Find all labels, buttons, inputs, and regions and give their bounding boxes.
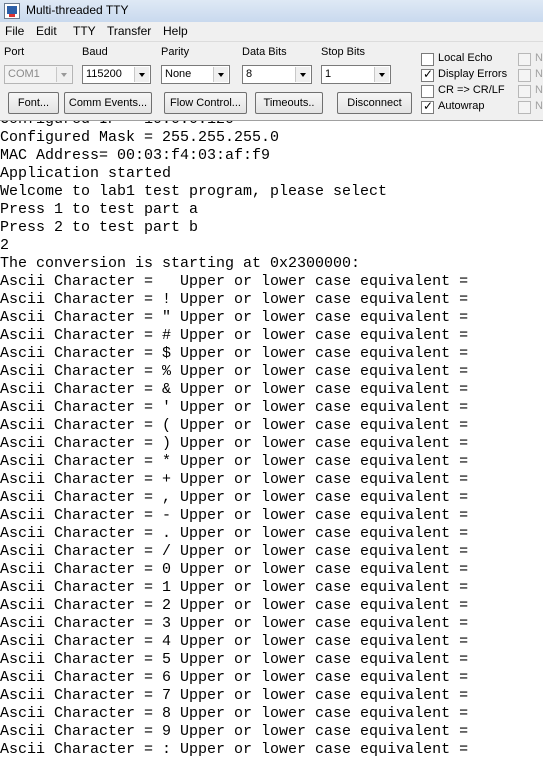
autowrap-checkbox[interactable]: ✓ bbox=[421, 99, 434, 114]
terminal-line: Ascii Character = & Upper or lower case … bbox=[0, 381, 469, 398]
chevron-down-icon[interactable] bbox=[374, 67, 389, 82]
terminal-output[interactable]: Configured IP 10.0.0.120Configured Mask … bbox=[0, 121, 543, 759]
port-select[interactable]: COM1 bbox=[4, 65, 73, 84]
menu-tty[interactable]: TTY bbox=[73, 24, 96, 38]
baud-select[interactable]: 115200 bbox=[82, 65, 151, 84]
menu-edit[interactable]: Edit bbox=[36, 24, 57, 38]
display-errors-checkbox[interactable]: ✓ bbox=[421, 67, 434, 82]
font-button[interactable]: Font... bbox=[8, 92, 59, 114]
baud-value: 115200 bbox=[86, 68, 122, 80]
terminal-line: Ascii Character = ' Upper or lower case … bbox=[0, 399, 469, 416]
extra-option-label: N bbox=[535, 84, 543, 96]
terminal-line: Press 1 to test part a bbox=[0, 201, 199, 218]
extra-option-checkbox[interactable] bbox=[518, 69, 531, 82]
menu-transfer[interactable]: Transfer bbox=[107, 24, 151, 38]
terminal-line: Ascii Character = + Upper or lower case … bbox=[0, 471, 469, 488]
terminal-line: Ascii Character = Upper or lower case eq… bbox=[0, 273, 469, 290]
port-value: COM1 bbox=[8, 68, 40, 80]
menu-file[interactable]: File bbox=[5, 24, 24, 38]
parity-label: Parity bbox=[161, 46, 190, 58]
extra-option-checkbox[interactable] bbox=[518, 85, 531, 98]
terminal-line: Ascii Character = # Upper or lower case … bbox=[0, 327, 469, 344]
terminal-line: Ascii Character = 2 Upper or lower case … bbox=[0, 597, 469, 614]
terminal-line: Ascii Character = " Upper or lower case … bbox=[0, 309, 469, 326]
chevron-down-icon[interactable] bbox=[295, 67, 310, 82]
terminal-line: Ascii Character = 1 Upper or lower case … bbox=[0, 579, 469, 596]
terminal-line: Ascii Character = - Upper or lower case … bbox=[0, 507, 469, 524]
terminal-line: The conversion is starting at 0x2300000: bbox=[0, 255, 361, 272]
extra-option-label: N bbox=[535, 68, 543, 80]
terminal-line: Ascii Character = * Upper or lower case … bbox=[0, 453, 469, 470]
terminal-line: Ascii Character = 4 Upper or lower case … bbox=[0, 633, 469, 650]
extra-option-label: N bbox=[535, 52, 543, 64]
stop-bits-select[interactable]: 1 bbox=[321, 65, 391, 84]
terminal-line: Ascii Character = ) Upper or lower case … bbox=[0, 435, 469, 452]
terminal-line: Ascii Character = ( Upper or lower case … bbox=[0, 417, 469, 434]
timeouts-button[interactable]: Timeouts.. bbox=[255, 92, 323, 114]
chevron-down-icon[interactable] bbox=[56, 67, 71, 82]
chevron-down-icon[interactable] bbox=[213, 67, 228, 82]
cr-crlf-label: CR => CR/LF bbox=[438, 84, 505, 96]
data-bits-value: 8 bbox=[246, 68, 253, 80]
local-echo-label: Local Echo bbox=[438, 52, 493, 64]
local-echo-checkbox[interactable] bbox=[421, 53, 434, 66]
terminal-line: Ascii Character = 0 Upper or lower case … bbox=[0, 561, 469, 578]
terminal-line: MAC Address= 00:03:f4:03:af:f9 bbox=[0, 147, 271, 164]
disconnect-button[interactable]: Disconnect bbox=[337, 92, 412, 114]
terminal-line: Ascii Character = 8 Upper or lower case … bbox=[0, 705, 469, 722]
terminal-line: Ascii Character = 9 Upper or lower case … bbox=[0, 723, 469, 740]
terminal-line: Ascii Character = 6 Upper or lower case … bbox=[0, 669, 469, 686]
stop-bits-value: 1 bbox=[325, 68, 332, 80]
parity-select[interactable]: None bbox=[161, 65, 230, 84]
terminal-line: Ascii Character = , Upper or lower case … bbox=[0, 489, 469, 506]
terminal-line: Ascii Character = 5 Upper or lower case … bbox=[0, 651, 469, 668]
terminal-line: Configured Mask = 255.255.255.0 bbox=[0, 129, 280, 146]
check-icon: ✓ bbox=[423, 67, 434, 81]
parity-value: None bbox=[165, 68, 192, 80]
terminal-line: Configured IP 10.0.0.120 bbox=[0, 121, 468, 129]
terminal-line: Ascii Character = / Upper or lower case … bbox=[0, 543, 469, 560]
terminal-line: Ascii Character = 3 Upper or lower case … bbox=[0, 615, 469, 632]
data-bits-select[interactable]: 8 bbox=[242, 65, 312, 84]
terminal-lines: Configured IP 10.0.0.120Configured Mask … bbox=[0, 121, 468, 759]
flow-control-button[interactable]: Flow Control... bbox=[164, 92, 247, 114]
terminal-line: Ascii Character = ! Upper or lower case … bbox=[0, 291, 469, 308]
stop-bits-label: Stop Bits bbox=[321, 46, 366, 58]
menu-bar: File Edit TTY Transfer Help bbox=[0, 22, 543, 42]
autowrap-label: Autowrap bbox=[438, 100, 485, 112]
cr-crlf-checkbox[interactable] bbox=[421, 85, 434, 98]
data-bits-label: Data Bits bbox=[242, 46, 287, 58]
menu-help[interactable]: Help bbox=[163, 24, 188, 38]
terminal-line: Ascii Character = : Upper or lower case … bbox=[0, 741, 469, 758]
title-bar: Multi-threaded TTY bbox=[0, 0, 543, 23]
baud-label: Baud bbox=[82, 46, 108, 58]
terminal-line: Ascii Character = . Upper or lower case … bbox=[0, 525, 469, 542]
terminal-line: Ascii Character = % Upper or lower case … bbox=[0, 363, 469, 380]
terminal-line: Application started bbox=[0, 165, 172, 182]
terminal-line: Welcome to lab1 test program, please sel… bbox=[0, 183, 388, 200]
comm-events-button[interactable]: Comm Events... bbox=[64, 92, 152, 114]
terminal-line: Press 2 to test part b bbox=[0, 219, 199, 236]
extra-option-label: N bbox=[535, 100, 543, 112]
window-title: Multi-threaded TTY bbox=[26, 3, 129, 17]
terminal-line: Ascii Character = $ Upper or lower case … bbox=[0, 345, 469, 362]
port-label: Port bbox=[4, 46, 25, 58]
extra-option-checkbox[interactable] bbox=[518, 101, 531, 114]
extra-option-checkbox[interactable] bbox=[518, 53, 531, 66]
chevron-down-icon[interactable] bbox=[134, 67, 149, 82]
terminal-line: 2 bbox=[0, 237, 10, 254]
display-errors-label: Display Errors bbox=[438, 68, 508, 80]
check-icon: ✓ bbox=[423, 99, 434, 113]
terminal-line: Ascii Character = 7 Upper or lower case … bbox=[0, 687, 469, 704]
app-icon bbox=[4, 3, 20, 19]
settings-toolbar: Port Baud Parity Data Bits Stop Bits COM… bbox=[0, 42, 543, 121]
